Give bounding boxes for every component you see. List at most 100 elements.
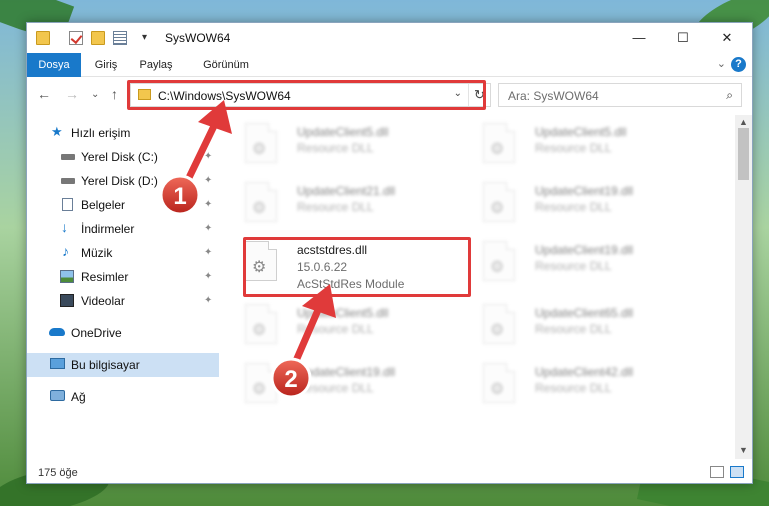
sidebar-item-documents[interactable]: Belgeler ✦ (27, 193, 219, 217)
download-icon: ↓ (61, 219, 68, 235)
file-name: UpdateClient19.dll (535, 184, 634, 198)
file-type: Resource DLL (535, 141, 612, 155)
computer-icon (50, 358, 65, 369)
large-icons-view-icon[interactable] (730, 466, 744, 478)
navigation-pane: ★ Hızlı erişim Yerel Disk (C:) ✦ Yerel D… (27, 115, 219, 459)
tab-view[interactable]: Görünüm (191, 53, 261, 77)
search-icon[interactable]: ⌕ (726, 88, 733, 103)
file-name: UpdateClient5.dll (297, 306, 389, 320)
view-options-icon[interactable] (113, 31, 127, 45)
dll-file-icon: ⚙ (245, 123, 277, 163)
sidebar-item-label: Hızlı erişim (71, 126, 131, 140)
drive-icon (61, 178, 75, 184)
expand-ribbon-icon[interactable]: ⌄ (717, 57, 726, 70)
file-type: Resource DLL (297, 141, 374, 155)
sidebar-item-label: Bu bilgisayar (71, 358, 140, 372)
gear-icon: ⚙ (252, 141, 267, 158)
sidebar-item-label: Belgeler (81, 198, 126, 212)
sidebar-item-label: Resimler (81, 270, 129, 284)
dll-file-icon: ⚙ (245, 182, 277, 222)
pin-icon[interactable]: ✦ (204, 223, 212, 234)
sidebar-item-this-pc[interactable]: Bu bilgisayar (27, 353, 219, 377)
close-button[interactable]: ✕ (707, 27, 747, 49)
pin-icon[interactable]: ✦ (204, 175, 212, 186)
cloud-icon (49, 328, 65, 336)
list-item[interactable]: ⚙ UpdateClient19.dll Resource DLL (461, 237, 691, 289)
file-name: UpdateClient21.dll (297, 184, 396, 198)
dll-file-icon: ⚙ (483, 363, 515, 403)
dll-file-icon: ⚙ (483, 182, 515, 222)
search-placeholder: Ara: SysWOW64 (508, 89, 599, 103)
file-type: Resource DLL (535, 322, 612, 336)
sidebar-item-videos[interactable]: Videolar ✦ (27, 289, 219, 313)
search-box[interactable]: Ara: SysWOW64 ⌕ (498, 83, 742, 107)
pin-icon[interactable]: ✦ (204, 271, 212, 282)
scroll-up-icon[interactable]: ▲ (739, 117, 748, 127)
list-item[interactable]: ⚙ UpdateClient21.dll Resource DLL (223, 178, 453, 230)
tab-home[interactable]: Giriş (85, 53, 127, 77)
details-view-icon[interactable] (710, 466, 724, 478)
sidebar-item-onedrive[interactable]: OneDrive (27, 321, 219, 345)
list-item[interactable]: ⚙ UpdateClient65.dll Resource DLL (461, 300, 691, 352)
help-icon[interactable]: ? (731, 57, 746, 72)
file-type: Resource DLL (535, 381, 612, 395)
pin-icon[interactable]: ✦ (204, 295, 212, 306)
file-name: UpdateClient65.dll (535, 306, 634, 320)
pin-icon[interactable]: ✦ (204, 151, 212, 162)
new-folder-icon[interactable] (91, 31, 105, 45)
pin-icon[interactable]: ✦ (204, 199, 212, 210)
sidebar-item-label: Müzik (81, 246, 113, 260)
drive-icon (61, 154, 75, 160)
title-bar: ▾ SysWOW64 — ☐ ✕ (27, 23, 752, 53)
list-item[interactable]: ⚙ UpdateClient42.dll Resource DLL (461, 359, 691, 411)
sidebar-item-network[interactable]: Ağ (27, 385, 219, 409)
sidebar-item-quick-access[interactable]: ★ Hızlı erişim (27, 121, 219, 145)
list-item[interactable]: ⚙ UpdateClient19.dll Resource DLL (223, 359, 453, 411)
tab-share[interactable]: Paylaş (131, 53, 181, 77)
customize-quick-access-icon[interactable]: ▾ (142, 32, 147, 43)
sidebar-item-label: Ağ (71, 390, 86, 404)
list-item[interactable]: ⚙ UpdateClient5.dll Resource DLL (461, 119, 691, 171)
scrollbar-thumb[interactable] (738, 128, 749, 180)
music-icon: ♪ (62, 243, 69, 259)
recent-locations-icon[interactable]: ⌄ (91, 89, 99, 100)
vertical-scrollbar[interactable]: ▲ ▼ (735, 115, 752, 459)
sidebar-item-local-disk-d[interactable]: Yerel Disk (D:) ✦ (27, 169, 219, 193)
maximize-button[interactable]: ☐ (663, 27, 703, 49)
list-item[interactable]: ⚙ UpdateClient5.dll Resource DLL (223, 119, 453, 171)
dll-file-icon: ⚙ (483, 123, 515, 163)
ribbon-tabs: Dosya Giriş Paylaş Görünüm ⌄ ? (27, 53, 752, 77)
gear-icon: ⚙ (490, 381, 505, 398)
network-icon (50, 390, 65, 401)
file-type: Resource DLL (535, 200, 612, 214)
gear-icon: ⚙ (252, 322, 267, 339)
gear-icon: ⚙ (490, 322, 505, 339)
file-name: UpdateClient42.dll (535, 365, 634, 379)
file-type: Resource DLL (297, 322, 374, 336)
tab-file[interactable]: Dosya (27, 53, 81, 77)
document-icon (62, 198, 73, 211)
forward-arrow-icon[interactable]: → (65, 86, 79, 102)
properties-check-icon[interactable] (69, 31, 83, 45)
dll-file-icon: ⚙ (245, 304, 277, 344)
file-name: UpdateClient5.dll (535, 125, 627, 139)
back-arrow-icon[interactable]: ← (37, 86, 51, 102)
gear-icon: ⚙ (490, 200, 505, 217)
list-item[interactable]: ⚙ UpdateClient5.dll Resource DLL (223, 300, 453, 352)
sidebar-item-downloads[interactable]: ↓ İndirmeler ✦ (27, 217, 219, 241)
gear-icon: ⚙ (490, 259, 505, 276)
up-arrow-icon[interactable]: ↑ (111, 86, 118, 102)
sidebar-item-label: İndirmeler (81, 222, 135, 236)
video-icon (60, 294, 74, 307)
pin-icon[interactable]: ✦ (204, 247, 212, 258)
scroll-down-icon[interactable]: ▼ (739, 445, 748, 455)
file-type: Resource DLL (297, 200, 374, 214)
sidebar-item-music[interactable]: ♪ Müzik ✦ (27, 241, 219, 265)
sidebar-item-local-disk-c[interactable]: Yerel Disk (C:) ✦ (27, 145, 219, 169)
list-item[interactable]: ⚙ UpdateClient19.dll Resource DLL (461, 178, 691, 230)
file-name: UpdateClient5.dll (297, 125, 389, 139)
minimize-button[interactable]: — (619, 27, 659, 49)
picture-icon (60, 270, 74, 283)
file-type: Resource DLL (535, 259, 612, 273)
sidebar-item-pictures[interactable]: Resimler ✦ (27, 265, 219, 289)
